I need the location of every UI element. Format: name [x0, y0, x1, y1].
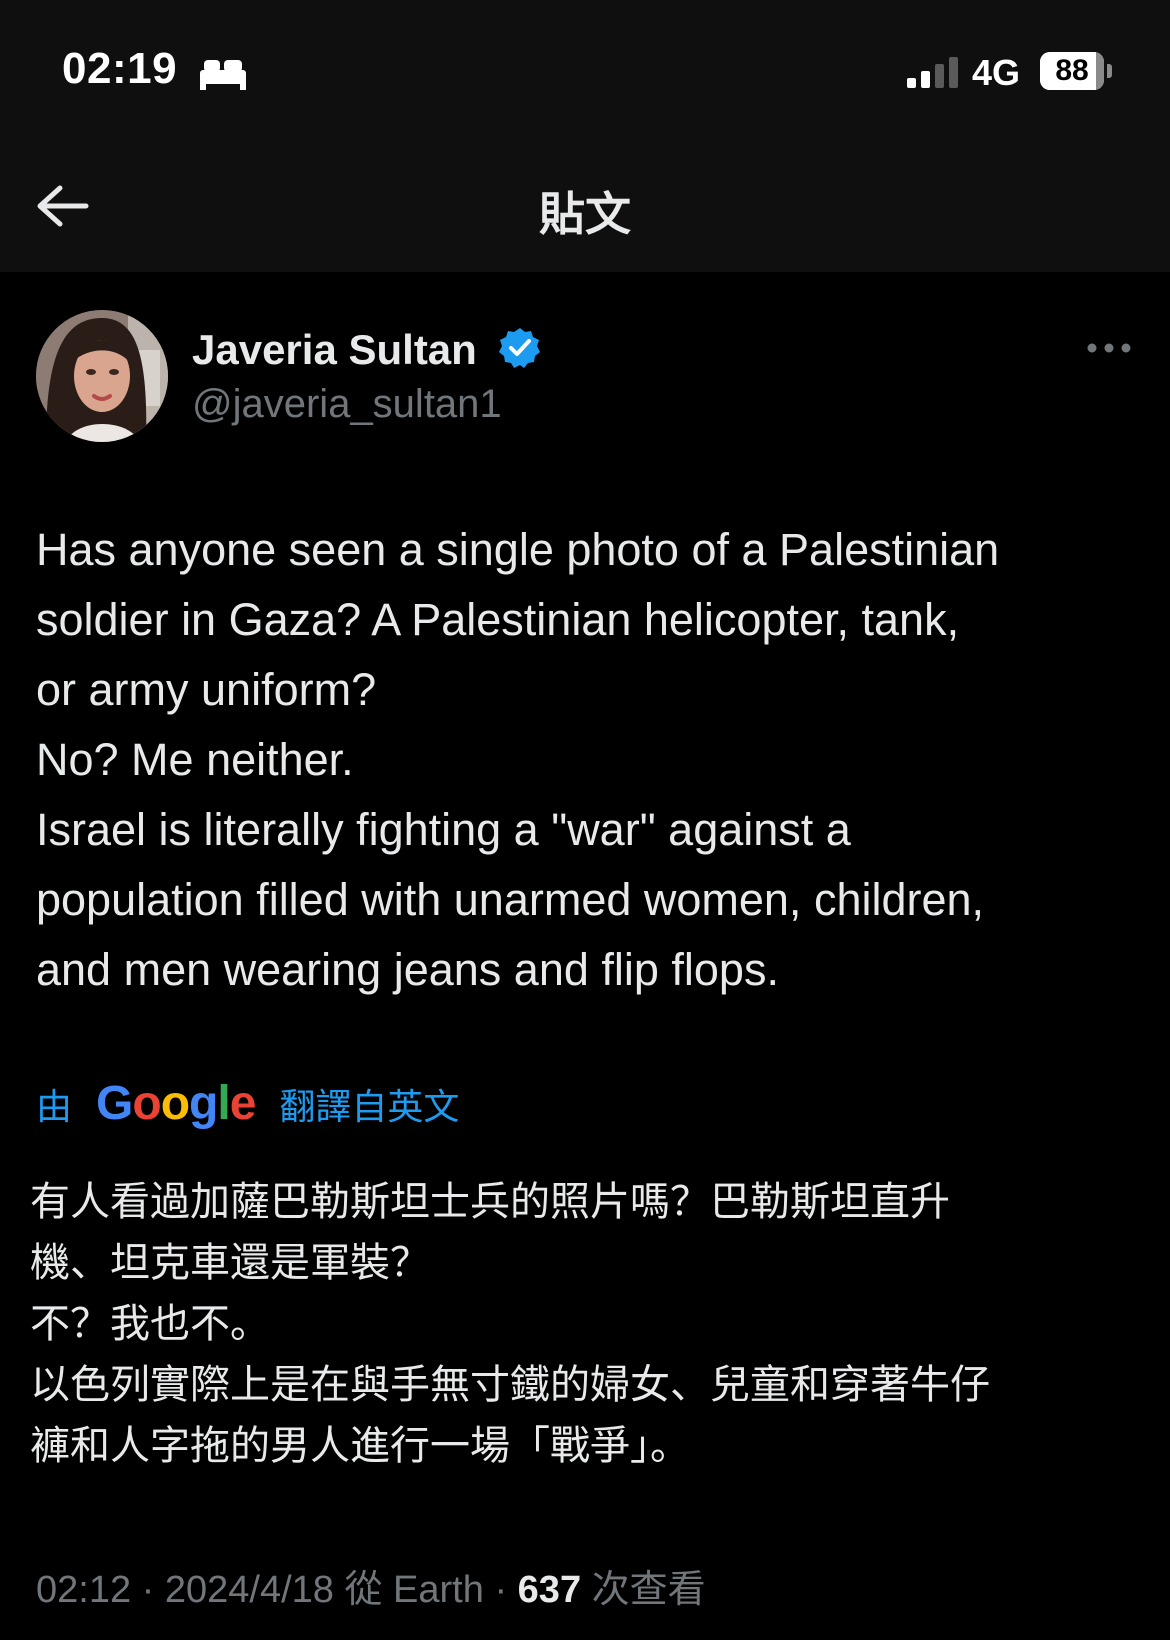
network-label: 4G: [972, 52, 1021, 93]
cellular-signal-icon: [907, 57, 958, 88]
bed-icon: [200, 60, 246, 90]
battery-nub: [1107, 64, 1112, 78]
translation-text: 有人看過加薩巴勒斯坦士兵的照片嗎？巴勒斯坦直升 機、坦克車還是軍裝？ 不？我也不…: [30, 1172, 1150, 1477]
translation-prefix: 由: [36, 1085, 73, 1127]
views-count[interactable]: 637: [518, 1569, 581, 1611]
more-dots-icon[interactable]: [1084, 328, 1134, 368]
meta-separator: ·: [131, 1569, 165, 1611]
tweet-line: population filled with unarmed women, ch…: [36, 874, 985, 925]
author-handle[interactable]: @javeria_sultan1: [192, 382, 502, 427]
signal-bar: [907, 78, 916, 88]
translation-line: 不？我也不。: [30, 1302, 270, 1346]
translation-suffix: 翻譯自英文: [279, 1085, 460, 1127]
translation-line: 機、坦克車還是軍裝？: [30, 1241, 430, 1285]
avatar-image: [36, 310, 168, 442]
page-title: 貼文: [539, 188, 631, 240]
battery-body: 88: [1040, 52, 1104, 90]
translation-attribution[interactable]: 由 Google 翻譯自英文: [36, 1076, 459, 1136]
tweet-meta: 02:12 · 2024/4/18 從 Earth · 637 次查看: [36, 1558, 706, 1613]
tweet-date[interactable]: 2024/4/18: [165, 1569, 334, 1611]
google-logo: Google: [96, 1077, 256, 1130]
author-row: Javeria Sultan @javeria_sultan1: [0, 300, 1170, 450]
tweet-text: Has anyone seen a single photo of a Pale…: [36, 515, 1146, 1005]
tweet-line: and men wearing jeans and flip flops.: [36, 944, 779, 995]
status-time: 02:19: [62, 44, 178, 93]
tweet-line: or army uniform?: [36, 664, 377, 715]
battery-indicator: 88: [1040, 52, 1112, 90]
translation-line: 有人看過加薩巴勒斯坦士兵的照片嗎？巴勒斯坦直升: [30, 1180, 950, 1224]
tweet-line: soldier in Gaza? A Palestinian helicopte…: [36, 594, 960, 645]
signal-bar: [949, 57, 958, 88]
verified-badge-icon[interactable]: [498, 326, 542, 370]
tweet-line: No? Me neither.: [36, 734, 354, 785]
signal-bar: [921, 71, 930, 88]
tweet-line: Has anyone seen a single photo of a Pale…: [36, 524, 1000, 575]
avatar[interactable]: [36, 310, 168, 442]
battery-percent: 88: [1055, 54, 1089, 87]
display-name[interactable]: Javeria Sultan: [192, 326, 477, 374]
translation-line: 以色列實際上是在與手無寸鐵的婦女、兒童和穿著牛仔: [30, 1363, 990, 1407]
tweet-line: Israel is literally fighting a "war" aga…: [36, 804, 851, 855]
tweet-source: 從 Earth: [333, 1569, 484, 1611]
signal-bar: [935, 64, 944, 88]
status-bar: 02:19 4G 88: [0, 0, 1170, 140]
nav-header: 貼文: [0, 140, 1170, 272]
battery-level-empty: [1096, 52, 1104, 90]
tweet-time[interactable]: 02:12: [36, 1569, 131, 1611]
translation-line: 褲和人字拖的男人進行一場「戰爭」。: [30, 1424, 690, 1468]
views-label: 次查看: [581, 1569, 706, 1611]
meta-separator: ·: [483, 1569, 518, 1611]
